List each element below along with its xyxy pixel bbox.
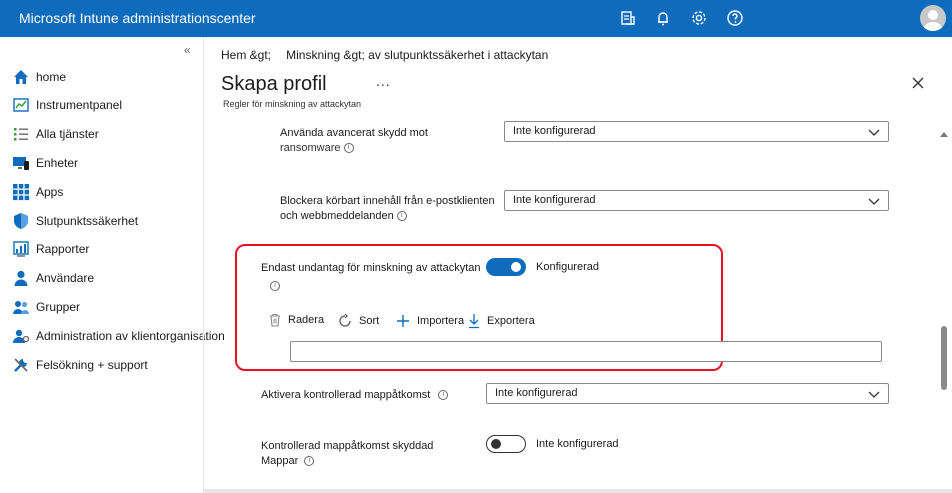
exclusions-input[interactable] [290, 341, 882, 362]
info-icon[interactable]: i [438, 390, 449, 401]
setting-label-ransomware: Använda avancerat skydd mot ransomware i [280, 127, 428, 154]
scrollbar-thumb[interactable] [941, 326, 947, 390]
main-panel: Hem &gt; | Minskning &gt; av slutpunktssäk… [203, 37, 952, 493]
sidebar-item-label: Alla tjänster [36, 127, 99, 141]
list-icon [12, 125, 30, 143]
sort-icon [339, 313, 351, 327]
cfa-folders-toggle[interactable] [486, 435, 526, 453]
sidebar-item-endpoint-security[interactable]: Slutpunktssäkerhet [12, 210, 138, 232]
delete-button[interactable]: Radera [268, 313, 324, 327]
home-icon [12, 68, 30, 86]
sort-button[interactable]: Sort [337, 313, 379, 329]
collapse-sidebar-button[interactable]: « [184, 43, 191, 57]
sidebar-item-all-services[interactable]: Alla tjänster [12, 123, 99, 145]
sidebar: « home Instrumentpanel Alla tjänster Enh… [0, 37, 225, 493]
sidebar-item-groups[interactable]: Grupper [12, 296, 80, 318]
sidebar-item-dashboard[interactable]: Instrumentpanel [12, 94, 122, 116]
sidebar-item-label: Enheter [36, 156, 79, 170]
ransomware-dropdown[interactable]: Inte konfigurerad [504, 121, 889, 142]
sidebar-item-devices[interactable]: Enheter [12, 152, 78, 174]
info-icon[interactable]: i [270, 281, 280, 292]
page-title: Skapa profil [221, 73, 327, 95]
breadcrumb-home[interactable]: Hem &gt; [221, 48, 271, 62]
tenant-icon [12, 327, 30, 345]
setting-label-email: Blockera körbart innehåll från e-postkli… [280, 195, 495, 222]
chevron-down-icon [868, 126, 880, 138]
toggle-knob [491, 439, 501, 449]
sidebar-item-tenant-admin[interactable]: Administration av klientorganisation [12, 325, 225, 347]
sidebar-item-users[interactable]: Användare [12, 267, 94, 289]
sidebar-item-reports[interactable]: Rapporter [12, 238, 89, 260]
trash-icon [270, 313, 280, 327]
sidebar-item-label: Rapporter [36, 242, 90, 256]
page-subtitle: Regler för minskning av attackytan [223, 99, 362, 109]
help-icon[interactable] [725, 8, 745, 28]
toggle-knob [511, 262, 521, 272]
shield-icon [12, 212, 30, 230]
info-icon[interactable]: i [343, 143, 354, 154]
dashboard-icon [12, 96, 30, 114]
download-icon [469, 314, 479, 329]
cfa-folders-toggle-value: Inte konfigurerad [536, 438, 619, 450]
devices-icon [12, 154, 30, 172]
sidebar-item-apps[interactable]: Apps [12, 181, 63, 203]
wrench-icon [12, 356, 30, 374]
exclusions-toggle[interactable] [486, 258, 526, 276]
more-options-button[interactable]: ... [376, 73, 391, 89]
sidebar-item-home[interactable]: home [12, 66, 66, 88]
sidebar-item-label: home [36, 70, 67, 84]
scroll-up-icon[interactable] [940, 124, 948, 142]
sidebar-item-troubleshooting[interactable]: Felsökning + support [12, 354, 148, 376]
vertical-scrollbar[interactable] [937, 121, 952, 493]
breadcrumb-separator: | [277, 48, 280, 62]
gear-icon[interactable] [689, 8, 709, 28]
setting-label-cfa: Aktivera kontrollerad mappåtkomst i [261, 388, 449, 403]
reports-icon [12, 240, 30, 258]
bottom-divider [204, 489, 952, 493]
plus-icon [397, 315, 409, 327]
sidebar-item-label: Administration av klientorganisation [36, 329, 225, 343]
setting-label-exclusions: Endast undantag för minskning av attacky… [261, 262, 481, 292]
apps-icon [12, 183, 30, 201]
sidebar-item-label: Användare [36, 271, 95, 285]
chevron-down-icon [868, 388, 880, 400]
portal-icon[interactable] [618, 8, 638, 28]
breadcrumb: Hem &gt; | Minskning &gt; av slutpunktssäk… [221, 48, 548, 62]
sidebar-item-label: Grupper [36, 300, 81, 314]
setting-label-cfa-folders: Kontrollerad mappåtkomst skyddad Mappar i [261, 440, 434, 467]
app-title: Microsoft Intune administrationscenter [19, 10, 256, 26]
cfa-dropdown[interactable]: Inte konfigurerad [486, 383, 889, 404]
info-icon[interactable]: i [396, 211, 407, 222]
import-button[interactable]: Importera [395, 313, 464, 329]
avatar[interactable] [920, 5, 946, 31]
sidebar-item-label: Felsökning + support [36, 358, 148, 372]
exclusions-toggle-value: Konfigurerad [536, 261, 599, 273]
top-bar: Microsoft Intune administrationscenter [0, 0, 952, 37]
bell-icon[interactable] [653, 8, 673, 28]
info-icon[interactable]: i [304, 456, 315, 467]
sidebar-item-label: Instrumentpanel [36, 98, 123, 112]
chevron-down-icon [868, 195, 880, 207]
sidebar-item-label: Apps [36, 185, 64, 199]
sidebar-item-label: Slutpunktssäkerhet [36, 214, 139, 228]
user-icon [12, 269, 30, 287]
settings-form: Använda avancerat skydd mot ransomware i … [204, 121, 937, 493]
close-icon[interactable] [910, 75, 926, 91]
export-button[interactable]: Exportera [467, 313, 535, 329]
breadcrumb-current[interactable]: Minskning &gt; av slutpunktssäkerhet i a… [286, 48, 548, 62]
group-icon [12, 298, 30, 316]
email-dropdown[interactable]: Inte konfigurerad [504, 190, 889, 211]
